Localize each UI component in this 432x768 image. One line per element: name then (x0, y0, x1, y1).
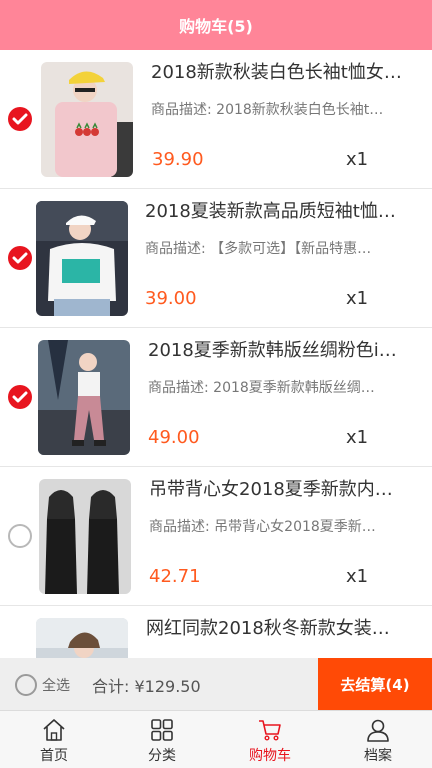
product-price: 49.00 (148, 427, 200, 448)
tab-label: 首页 (40, 748, 68, 764)
product-description: 商品描述: 【多款可选】【新品特惠… (145, 241, 372, 257)
checkout-button[interactable]: 去结算(4) (318, 658, 432, 710)
item-checkbox-checked[interactable] (8, 385, 32, 409)
item-checkbox-checked[interactable] (8, 107, 32, 131)
tab-category[interactable]: 分类 (108, 711, 216, 768)
product-image[interactable] (39, 479, 131, 594)
home-icon (43, 719, 65, 741)
product-title[interactable]: 2018夏装新款高品质短袖t恤… (145, 200, 416, 224)
tab-label: 购物车 (249, 748, 291, 764)
product-title[interactable]: 网红同款2018秋冬新款女装… (146, 617, 416, 641)
product-image[interactable] (36, 201, 128, 316)
tab-profile[interactable]: 档案 (324, 711, 432, 768)
user-icon (367, 719, 389, 742)
product-quantity: x1 (346, 149, 369, 170)
product-description: 商品描述: 2018新款秋装白色长袖t… (151, 102, 384, 118)
page-header: 购物车(5) (0, 0, 432, 50)
tab-label: 档案 (364, 748, 392, 764)
product-title[interactable]: 吊带背心女2018夏季新款内… (149, 478, 416, 502)
product-title[interactable]: 2018夏季新款韩版丝绸粉色i… (148, 339, 416, 363)
product-image[interactable] (38, 340, 130, 455)
product-quantity: x1 (346, 566, 369, 587)
product-title[interactable]: 2018新款秋装白色长袖t恤女… (151, 61, 416, 85)
tab-home[interactable]: 首页 (0, 711, 108, 768)
cart-icon (259, 720, 281, 741)
cart-list[interactable]: 2018新款秋装白色长袖t恤女… 商品描述: 2018新款秋装白色长袖t… 39… (0, 50, 432, 710)
tab-label: 分类 (148, 748, 176, 764)
checkout-button-label: 去结算(4) (340, 675, 410, 694)
item-checkbox-unchecked[interactable] (8, 524, 32, 548)
product-price: 42.71 (149, 566, 201, 587)
item-checkbox-checked[interactable] (8, 246, 32, 270)
product-quantity: x1 (346, 288, 369, 309)
checkout-bar: 全选 合计: ¥129.50 去结算(4) (0, 658, 432, 710)
cart-item[interactable]: 2018新款秋装白色长袖t恤女… 商品描述: 2018新款秋装白色长袖t… 39… (0, 50, 432, 189)
product-description: 商品描述: 吊带背心女2018夏季新… (149, 519, 376, 535)
total-amount: 合计: ¥129.50 (92, 677, 201, 696)
select-all-label[interactable]: 全选 (42, 675, 70, 695)
product-image[interactable] (41, 62, 133, 177)
tab-cart[interactable]: 购物车 (216, 711, 324, 768)
product-price: 39.90 (152, 149, 204, 170)
cart-item[interactable]: 2018夏季新款韩版丝绸粉色i… 商品描述: 2018夏季新款韩版丝绸… 49.… (0, 328, 432, 467)
bottom-tab-bar: 首页 分类 购物车 档案 (0, 710, 432, 768)
select-all-checkbox[interactable] (15, 674, 37, 696)
cart-item[interactable]: 吊带背心女2018夏季新款内… 商品描述: 吊带背心女2018夏季新… 42.7… (0, 467, 432, 606)
product-description: 商品描述: 2018夏季新款韩版丝绸… (148, 380, 375, 396)
product-quantity: x1 (346, 427, 369, 448)
page-title: 购物车(5) (179, 17, 253, 36)
cart-item[interactable]: 2018夏装新款高品质短袖t恤… 商品描述: 【多款可选】【新品特惠… 39.0… (0, 189, 432, 328)
grid-icon (151, 719, 173, 741)
product-price: 39.00 (145, 288, 197, 309)
